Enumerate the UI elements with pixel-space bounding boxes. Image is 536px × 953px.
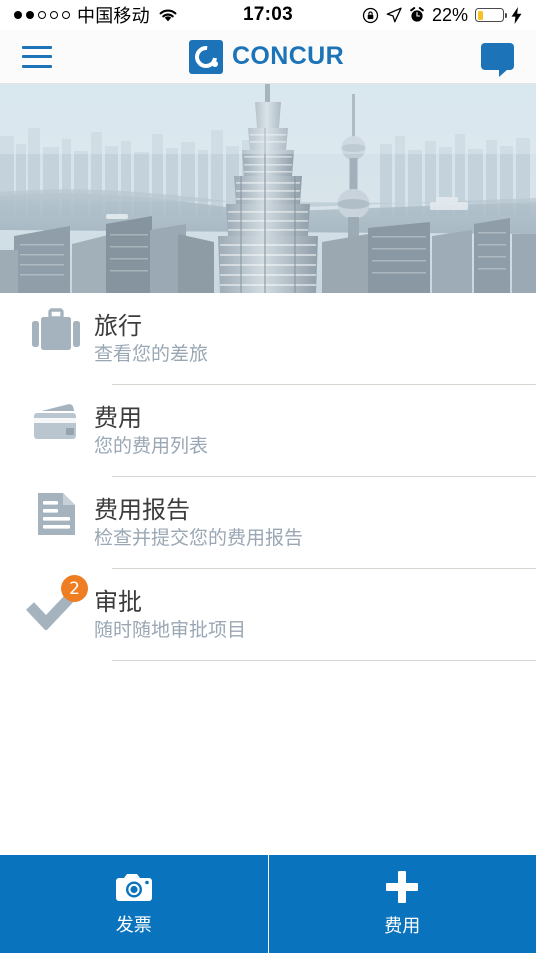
approvals-badge: 2 [61,575,88,602]
chat-bubble-icon[interactable] [481,43,514,77]
menu-item-title: 费用 [94,404,142,432]
nav-bar: CONCUR [0,30,536,84]
menu-item-expense-reports[interactable]: 费用报告 检查并提交您的费用报告 [0,477,536,569]
rotation-lock-icon [362,7,379,23]
app-screen: 中国移动 17:03 22% CONCUR 旅行 查看您的差旅 费用 您的费用列… [0,0,536,953]
menu-item-approvals[interactable]: 2 审批 随时随地审批项目 [0,569,536,661]
concur-logo-icon [188,39,223,74]
status-bar-right: 22% [362,5,522,26]
menu-item-text: 审批 随时随地审批项目 [94,569,536,642]
alarm-clock-icon [410,7,424,22]
document-icon [18,477,94,551]
menu-item-travel[interactable]: 旅行 查看您的差旅 [0,293,536,385]
wifi-icon [159,9,177,22]
bottom-action-label: 费用 [384,916,421,937]
status-bar-left: 中国移动 [14,2,179,28]
checkmark-icon: 2 [18,569,94,643]
shanghai-skyline-photo [0,84,536,293]
row-divider [112,660,536,661]
menu-item-text: 旅行 查看您的差旅 [94,293,536,366]
suitcase-icon [18,293,94,367]
location-arrow-icon [386,7,402,23]
menu-item-subtitle: 随时随地审批项目 [94,618,247,641]
menu-item-subtitle: 查看您的差旅 [94,342,209,365]
bottom-action-receipt[interactable]: 发票 [0,855,268,953]
skyline-illustration [0,84,536,293]
menu-item-subtitle: 检查并提交您的费用报告 [94,526,304,549]
brand-logo: CONCUR [188,39,345,74]
hamburger-menu-icon[interactable] [22,45,52,68]
menu-item-title: 审批 [94,588,142,616]
menu-item-title: 旅行 [94,312,142,340]
menu-item-subtitle: 您的费用列表 [94,434,209,457]
brand-name-label: CONCUR [231,42,345,70]
signal-strength-icon [14,11,70,19]
carrier-label: 中国移动 [77,6,150,27]
battery-icon [475,8,507,22]
lightning-bolt-icon [511,6,522,24]
bottom-action-label: 发票 [115,914,152,936]
menu-item-text: 费用 您的费用列表 [94,385,536,458]
menu-item-expenses[interactable]: 费用 您的费用列表 [0,385,536,477]
status-bar: 中国移动 17:03 22% [0,0,536,30]
bottom-action-expense[interactable]: 费用 [267,855,536,953]
bottom-action-bar: 发票 费用 [0,855,536,953]
menu-item-title: 费用报告 [94,496,190,524]
plus-icon [385,870,419,904]
camera-icon [115,873,152,901]
menu-item-text: 费用报告 检查并提交您的费用报告 [94,477,536,550]
credit-cards-icon [18,385,94,459]
main-menu-list: 旅行 查看您的差旅 费用 您的费用列表 费用报告 检查并提交您的费用报告 2 审… [0,293,536,855]
battery-percent-label: 22% [431,4,468,25]
